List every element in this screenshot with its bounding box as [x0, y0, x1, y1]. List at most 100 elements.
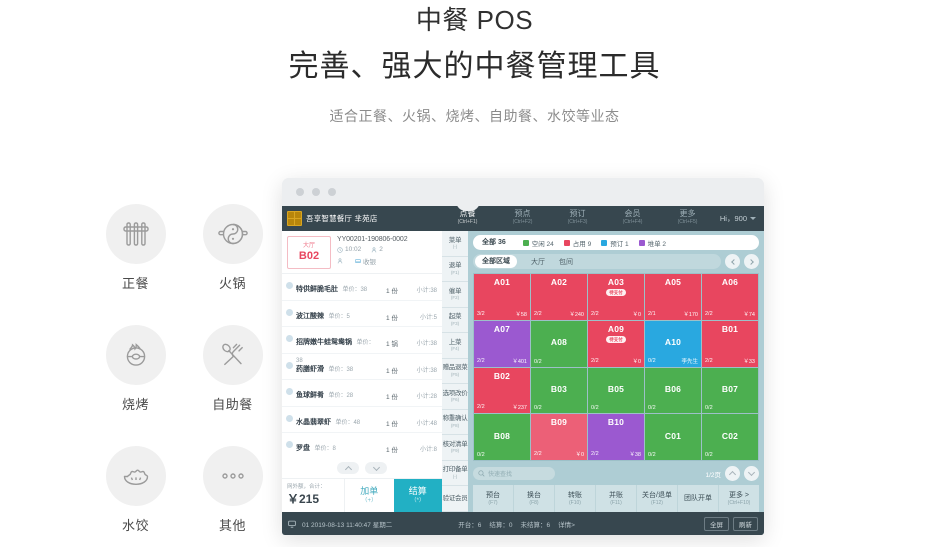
add-order-button[interactable]: 加单 （+）	[344, 479, 394, 512]
table-cell-b10[interactable]: B10 2/2 ￥38	[588, 414, 644, 460]
filter-merged[interactable]: 堆单 2	[638, 238, 666, 248]
filter-occupied[interactable]: 占用 9	[563, 238, 591, 248]
table-cell-c01[interactable]: C01 0/2	[645, 414, 701, 460]
list-item[interactable]: 药膳虾滑 单价：38 1 份 小计:38	[282, 354, 442, 380]
action-zengpin-tuicai[interactable]: 赠品退菜 (F5)	[442, 358, 468, 385]
nav-shortcut: (Ctrl+F1)	[457, 219, 478, 225]
filter-booked[interactable]: 预订 1	[601, 238, 629, 248]
table-name: A09	[607, 323, 625, 334]
nav-item-diancan[interactable]: 点餐 (Ctrl+F1)	[440, 206, 495, 225]
list-item[interactable]: 波江酸辣 单价：5 1 份 小计:5	[282, 301, 442, 327]
feature-item-huoguo[interactable]: 火锅	[193, 204, 272, 292]
action-xuanxiang-gaijia[interactable]: 选项改价 (F6)	[442, 384, 468, 410]
action-gengduo[interactable]: 更多 > (Ctrl+F10)	[719, 485, 759, 512]
order-scroll-up-button[interactable]	[337, 462, 359, 474]
zone-all[interactable]: 全部区域	[475, 255, 517, 268]
zone-next-button[interactable]	[744, 254, 759, 269]
order-item-list[interactable]: 特供鲜脆毛肚 单价：38 1 份 小计:38 波江酸辣 单价：5 1 份 小计:…	[282, 274, 442, 459]
table-name: A05	[664, 277, 682, 287]
action-dayin-beidan[interactable]: 打印备单 (-)	[442, 460, 468, 487]
order-scroll-down-button[interactable]	[365, 462, 387, 474]
table-cell-a06[interactable]: A06 2/2 ￥74	[702, 274, 758, 320]
table-cell-a07[interactable]: A07 2/2 ￥401	[474, 320, 530, 367]
status-datetime: 01 2019-08-13 11:40:47 星期二	[302, 521, 393, 529]
table-cell-b05[interactable]: B05 0/2	[588, 367, 644, 414]
table-cell-a01[interactable]: A01 3/2 ￥58	[474, 274, 530, 320]
refresh-button[interactable]: 刷新	[733, 516, 758, 531]
action-qicai[interactable]: 起菜 (F3)	[442, 307, 468, 334]
table-cell-a05[interactable]: A05 2/1 ￥170	[645, 274, 701, 320]
user-menu[interactable]: Hi，900	[720, 213, 764, 224]
table-cell-a08[interactable]: A08 0/2	[531, 320, 587, 367]
table-cell-b08[interactable]: B08 0/2	[474, 414, 530, 460]
table-cell-a03[interactable]: A03 待支付 2/2 ￥0	[588, 274, 644, 320]
list-item[interactable]: 鱼球鲜肴 单价：28 1 份 小计:28	[282, 380, 442, 407]
table-cell-b02[interactable]: B02 2/2 ￥237	[474, 367, 530, 414]
current-table-chip[interactable]: 大厅 B02	[287, 236, 331, 269]
action-guantai-tuidan[interactable]: 关台/退单 (F12)	[637, 485, 678, 512]
item-qty: 1 份	[386, 367, 398, 375]
nav-item-gengduo[interactable]: 更多 (Ctrl+F5)	[660, 206, 715, 225]
nav-item-yudian[interactable]: 预点 (Ctrl+F2)	[495, 206, 550, 225]
search-input[interactable]: 快速查找	[473, 467, 555, 480]
zone-dating[interactable]: 大厅	[531, 257, 545, 267]
filter-all[interactable]: 全部 36	[475, 236, 513, 249]
item-status-icon	[286, 441, 293, 448]
list-item[interactable]: 特供鲜脆毛肚 单价：38 1 份 小计:38	[282, 274, 442, 301]
action-hedui-qingdan[interactable]: 核对清单 (F9)	[442, 435, 468, 461]
page-down-button[interactable]	[744, 466, 759, 481]
item-subtotal: 小计:5	[419, 314, 437, 321]
window-maximize-icon[interactable]	[328, 188, 336, 196]
status-detail-link[interactable]: 详情>	[558, 519, 575, 529]
action-yutai[interactable]: 预台 (F7)	[473, 485, 514, 512]
item-qty: 1 锅	[386, 341, 398, 348]
table-cell-c02[interactable]: C02 0/2	[702, 414, 758, 460]
nav-item-huiyuan[interactable]: 会员 (Ctrl+F4)	[605, 206, 660, 225]
window-close-icon[interactable]	[296, 188, 304, 196]
filter-free[interactable]: 空闲 24	[522, 238, 554, 248]
action-bingzhang[interactable]: 并账 (F11)	[596, 485, 637, 512]
table-cell-b07[interactable]: B07 0/2	[702, 367, 758, 414]
feature-item-zizhucan[interactable]: 自助餐	[193, 325, 272, 413]
feature-item-qita[interactable]: 其他	[193, 446, 272, 534]
item-subtotal: 小计:8	[419, 447, 437, 453]
page-up-button[interactable]	[725, 466, 740, 481]
zone-prev-button[interactable]	[725, 254, 740, 269]
action-shangcai[interactable]: 上菜 (F4)	[442, 333, 468, 359]
action-chengzhong-queren[interactable]: 称重确认 (F8)	[442, 409, 468, 436]
action-zhuanzhang[interactable]: 转账 (F10)	[555, 485, 596, 512]
table-cell-a10[interactable]: A10 0/2 李先生	[645, 320, 701, 367]
chevron-right-icon	[747, 258, 754, 265]
feature-item-zhengcan[interactable]: 正餐	[96, 204, 175, 292]
table-cell-b09[interactable]: B09 2/2 ￥0	[531, 414, 587, 460]
item-price: 单价：5	[328, 313, 350, 320]
list-item[interactable]: 水晶翡翠虾 单价：48 1 份 小计:48	[282, 407, 442, 433]
action-yanzheng-huiyuan[interactable]: 验证会员	[442, 486, 468, 513]
table-seats: 0/2	[705, 452, 713, 458]
zone-baojian[interactable]: 包间	[559, 257, 573, 267]
list-item[interactable]: 罗盘 单价：8 1 份 小计:8	[282, 433, 442, 459]
table-cell-a09[interactable]: A09 待支付 2/2 ￥0	[588, 320, 644, 367]
action-tuidan[interactable]: 退单 (F1)	[442, 256, 468, 283]
item-price: 单价：38	[328, 366, 354, 373]
table-cell-a02[interactable]: A02 2/2 ￥240	[531, 274, 587, 320]
table-cell-b06[interactable]: B06 0/2	[645, 367, 701, 414]
table-cell-b01[interactable]: B01 2/2 ￥33	[702, 320, 758, 367]
feature-item-shuijiao[interactable]: 水饺	[96, 446, 175, 534]
item-price: 单价：38	[342, 287, 368, 293]
zone-list: 全部区域 大厅 包间	[473, 254, 721, 269]
list-item[interactable]: 招牌嫩牛蛙鸳鸯锅 单价：38 1 锅 小计:38	[282, 327, 442, 364]
action-label: 选项改价	[442, 389, 468, 397]
window-minimize-icon[interactable]	[312, 188, 320, 196]
order-receipt-value: 收银	[363, 259, 376, 266]
table-cell-b03[interactable]: B03 0/2	[531, 367, 587, 414]
feature-item-shaokao[interactable]: 烧烤	[96, 325, 175, 413]
action-huantai[interactable]: 换台 (F8)	[514, 485, 555, 512]
settle-button[interactable]: 结算 （*）	[393, 479, 442, 512]
action-cuidan[interactable]: 催单 (F2)	[442, 282, 468, 308]
nav-item-yuding[interactable]: 预订 (Ctrl+F3)	[550, 206, 605, 225]
table-name: B03	[550, 383, 568, 394]
action-tuandui-kaidan[interactable]: 团队开单	[678, 485, 719, 512]
fullscreen-button[interactable]: 全屏	[704, 516, 729, 531]
action-caidan[interactable]: 菜单 (-)	[442, 231, 468, 257]
